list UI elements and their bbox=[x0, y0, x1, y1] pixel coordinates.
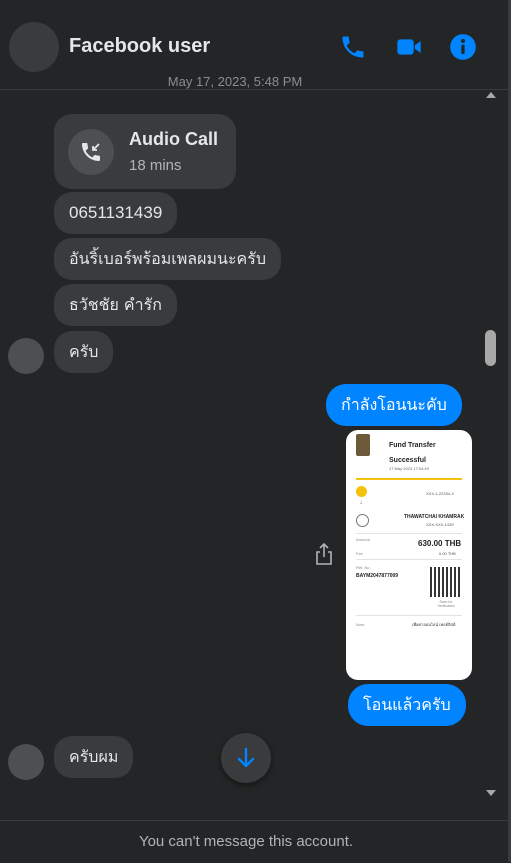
scrollbar[interactable] bbox=[482, 90, 500, 802]
transfer-slip-image[interactable]: Fund Transfer Successful 17 May 2023 17:… bbox=[346, 430, 472, 680]
info-icon[interactable] bbox=[449, 33, 477, 61]
bank-logo bbox=[356, 434, 370, 456]
bank-coin-icon bbox=[356, 514, 369, 527]
call-title: Audio Call bbox=[129, 129, 218, 149]
call-duration: 18 mins bbox=[129, 157, 182, 174]
message-bubble-in[interactable]: อันริ้เบอร์พร้อมเพลผมนะครับ bbox=[54, 238, 281, 280]
fee-value: 0.00 THB bbox=[439, 551, 456, 556]
message-bubble-in[interactable]: ธวัชชัย คำรัก bbox=[54, 284, 177, 326]
scroll-down-arrow-icon[interactable] bbox=[486, 790, 496, 796]
scroll-thumb[interactable] bbox=[485, 330, 496, 366]
missed-call-icon bbox=[68, 129, 114, 175]
amount-label: Amount bbox=[356, 537, 370, 542]
divider bbox=[356, 559, 462, 560]
divider bbox=[356, 533, 462, 534]
avatar[interactable] bbox=[8, 338, 44, 374]
slip-status: Successful bbox=[389, 457, 426, 464]
note-value: เพื่อค่าออนไลน์ เพลย์ลิสต์ bbox=[412, 622, 456, 627]
arrow-down-icon bbox=[237, 747, 255, 768]
slip-title: Fund Transfer bbox=[389, 442, 436, 449]
ref-label: Ref. No. bbox=[356, 565, 371, 570]
message-timestamp: May 17, 2023, 5:48 PM bbox=[167, 74, 303, 89]
message-bubble-in[interactable]: ครับ bbox=[54, 331, 114, 373]
scroll-to-bottom-button[interactable] bbox=[221, 733, 271, 783]
amount-value: 630.00 THB bbox=[418, 539, 462, 548]
scan-label: Scan for Verification bbox=[437, 600, 455, 608]
note-label: Note bbox=[356, 622, 365, 627]
messenger-chat-window: Facebook user May 17, 2023, 5:48 PM Audi… bbox=[0, 0, 511, 863]
divider bbox=[356, 615, 462, 616]
bank-coin-icon bbox=[356, 486, 367, 497]
ref-number: BAYM2047877009 bbox=[356, 573, 399, 579]
message-bubble-out[interactable]: กำลังโอนนะคับ bbox=[326, 384, 462, 426]
message-list: Audio Call 18 mins 0651131439 อันริ้เบอร… bbox=[0, 90, 480, 810]
message-bubble-in[interactable]: ครับผม bbox=[54, 736, 134, 778]
video-camera-icon[interactable] bbox=[395, 33, 423, 61]
slip-date: 17 May 2023 17:04:49 bbox=[389, 466, 429, 471]
from-account: XXX-1-22334-X bbox=[426, 491, 455, 496]
avatar[interactable] bbox=[9, 22, 59, 72]
avatar[interactable] bbox=[8, 744, 44, 780]
qr-code-icon bbox=[430, 567, 460, 597]
audio-call-card[interactable]: Audio Call 18 mins bbox=[54, 114, 236, 189]
message-bubble-out[interactable]: โอนแล้วครับ bbox=[348, 684, 466, 726]
share-icon[interactable] bbox=[314, 542, 334, 566]
arrow-down-icon: ⇣ bbox=[359, 500, 364, 506]
contact-name[interactable]: Facebook user bbox=[69, 35, 210, 58]
fee-label: Fee bbox=[356, 551, 363, 556]
to-account: XXX-XXX-1439 bbox=[426, 522, 454, 527]
to-name: THAWATCHAI KHAMRAK bbox=[404, 514, 465, 520]
divider bbox=[356, 478, 462, 480]
cannot-message-notice: You can't message this account. bbox=[138, 833, 354, 850]
phone-icon[interactable] bbox=[339, 33, 367, 61]
message-bubble-in[interactable]: 0651131439 bbox=[54, 192, 178, 234]
scroll-up-arrow-icon[interactable] bbox=[486, 92, 496, 98]
chat-footer: You can't message this account. bbox=[0, 820, 508, 863]
